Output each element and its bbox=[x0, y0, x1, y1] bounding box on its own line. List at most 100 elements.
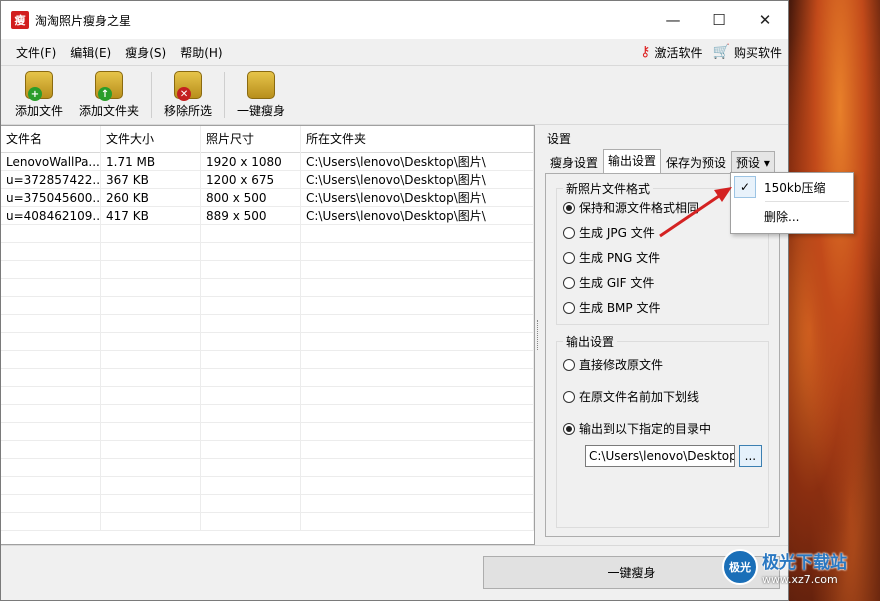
tab-save-preset[interactable]: 保存为预设 bbox=[661, 151, 731, 173]
buy-link[interactable]: 🛒 购买软件 bbox=[713, 44, 782, 61]
column-header[interactable]: 所在文件夹 bbox=[301, 126, 534, 153]
table-header: 文件名 文件大小 照片尺寸 所在文件夹 bbox=[1, 126, 534, 153]
empty-table-row bbox=[1, 243, 534, 261]
menu-slim[interactable]: 瘦身(S) bbox=[118, 44, 173, 61]
preset-dropdown-menu: ✓ 150kb压缩 删除... bbox=[730, 172, 854, 234]
radio[interactable] bbox=[563, 390, 575, 403]
file-size: 1.71 MB bbox=[101, 153, 201, 170]
empty-table-row bbox=[1, 297, 534, 315]
file-name: LenovoWallPa... bbox=[1, 153, 101, 170]
radio-checked[interactable] bbox=[563, 201, 575, 214]
format-option-gif[interactable]: 生成 GIF 文件 bbox=[563, 270, 762, 295]
preset-delete-item[interactable]: 删除... bbox=[731, 202, 853, 230]
title-bar: 瘦 淘淘照片瘦身之星 — ☐ ✕ bbox=[1, 1, 788, 39]
remove-selected-label: 移除所选 bbox=[164, 104, 213, 118]
tab-slim-settings[interactable]: 瘦身设置 bbox=[545, 151, 603, 173]
empty-table-row bbox=[1, 405, 534, 423]
empty-table-row bbox=[1, 351, 534, 369]
watermark-title: 极光下载站 bbox=[762, 553, 847, 573]
file-name: u=372857422... bbox=[1, 171, 101, 188]
empty-table-row bbox=[1, 369, 534, 387]
app-icon: 瘦 bbox=[11, 11, 29, 29]
menu-help[interactable]: 帮助(H) bbox=[173, 44, 229, 61]
preset-item-150kb[interactable]: ✓ 150kb压缩 bbox=[731, 173, 853, 201]
preset-item-label: 150kb压缩 bbox=[764, 180, 826, 195]
photo-size: 889 x 500 bbox=[201, 207, 301, 224]
file-name: u=375045600... bbox=[1, 189, 101, 206]
output-path-row: C:\Users\lenovo\Desktop\o ... bbox=[585, 445, 762, 467]
format-option-label: 生成 PNG 文件 bbox=[579, 251, 661, 265]
file-size: 417 KB bbox=[101, 207, 201, 224]
file-name: u=408462109... bbox=[1, 207, 101, 224]
output-option-directory[interactable]: 输出到以下指定的目录中 bbox=[563, 416, 762, 441]
empty-table-row bbox=[1, 477, 534, 495]
radio[interactable] bbox=[563, 276, 575, 289]
radio[interactable] bbox=[563, 358, 575, 371]
tab-output-settings[interactable]: 输出设置 bbox=[603, 149, 662, 173]
tab-preset-dropdown[interactable]: 预设 ▾ bbox=[731, 151, 775, 173]
toolbar-separator bbox=[151, 72, 153, 118]
empty-table-row bbox=[1, 423, 534, 441]
column-header[interactable]: 文件大小 bbox=[101, 126, 201, 153]
remove-selected-button[interactable]: ✕ 移除所选 bbox=[156, 66, 220, 124]
empty-table-row bbox=[1, 513, 534, 531]
table-row[interactable]: LenovoWallPa... 1.71 MB 1920 x 1080 C:\U… bbox=[1, 153, 534, 171]
close-button[interactable]: ✕ bbox=[742, 1, 788, 39]
watermark-logo-icon: 极光 bbox=[722, 549, 758, 585]
window-title: 淘淘照片瘦身之星 bbox=[35, 13, 132, 28]
minimize-button[interactable]: — bbox=[650, 1, 696, 39]
radio-checked[interactable] bbox=[563, 422, 575, 435]
output-group: 输出设置 直接修改原文件 在原文件名前加下划线 输出到以下指定的目录中 C:\U… bbox=[556, 333, 769, 528]
add-folder-button[interactable]: ↑ 添加文件夹 bbox=[71, 66, 147, 124]
empty-table-row bbox=[1, 261, 534, 279]
table-row[interactable]: u=375045600... 260 KB 800 x 500 C:\Users… bbox=[1, 189, 534, 207]
activate-link[interactable]: ⚷ 激活软件 bbox=[640, 44, 702, 61]
format-option-label: 生成 JPG 文件 bbox=[579, 226, 655, 240]
output-option-underscore[interactable]: 在原文件名前加下划线 bbox=[563, 384, 762, 409]
empty-table-row bbox=[1, 441, 534, 459]
column-header[interactable]: 照片尺寸 bbox=[201, 126, 301, 153]
add-file-label: 添加文件 bbox=[15, 104, 64, 118]
table-row[interactable]: u=372857422... 367 KB 1200 x 675 C:\User… bbox=[1, 171, 534, 189]
format-option-png[interactable]: 生成 PNG 文件 bbox=[563, 245, 762, 270]
folder-path: C:\Users\lenovo\Desktop\图片\ bbox=[301, 189, 534, 206]
menu-edit[interactable]: 编辑(E) bbox=[63, 44, 118, 61]
settings-tabs: 瘦身设置 输出设置 保存为预设 预设 ▾ bbox=[545, 149, 780, 173]
browse-button[interactable]: ... bbox=[738, 445, 762, 467]
remove-file-icon: ✕ bbox=[174, 71, 203, 101]
checkmark-icon: ✓ bbox=[734, 176, 756, 198]
radio[interactable] bbox=[563, 226, 575, 239]
radio[interactable] bbox=[563, 301, 575, 314]
output-option-overwrite[interactable]: 直接修改原文件 bbox=[563, 352, 762, 377]
photo-size: 1920 x 1080 bbox=[201, 153, 301, 170]
buy-label: 购买软件 bbox=[733, 45, 782, 60]
app-window: 瘦 淘淘照片瘦身之星 — ☐ ✕ 文件(F) 编辑(E) 瘦身(S) 帮助(H)… bbox=[0, 0, 789, 601]
add-folder-icon: ↑ bbox=[95, 71, 124, 101]
empty-table-row bbox=[1, 333, 534, 351]
add-file-icon: + bbox=[25, 71, 53, 101]
output-option-label: 在原文件名前加下划线 bbox=[579, 390, 700, 404]
folder-path: C:\Users\lenovo\Desktop\图片\ bbox=[301, 207, 534, 224]
file-size: 260 KB bbox=[101, 189, 201, 206]
photo-size: 800 x 500 bbox=[201, 189, 301, 206]
maximize-button[interactable]: ☐ bbox=[696, 1, 742, 39]
empty-table-row bbox=[1, 459, 534, 477]
cart-icon: 🛒 bbox=[712, 44, 730, 60]
menu-file[interactable]: 文件(F) bbox=[9, 44, 63, 61]
main-area: 文件名 文件大小 照片尺寸 所在文件夹 LenovoWallPa... 1.71… bbox=[1, 125, 788, 545]
photo-size: 1200 x 675 bbox=[201, 171, 301, 188]
radio[interactable] bbox=[563, 251, 575, 264]
output-path-input[interactable]: C:\Users\lenovo\Desktop\o bbox=[585, 445, 735, 467]
file-size: 367 KB bbox=[101, 171, 201, 188]
toolbar: + 添加文件 ↑ 添加文件夹 ✕ 移除所选 一键瘦身 bbox=[1, 65, 788, 125]
activate-label: 激活软件 bbox=[654, 45, 703, 60]
empty-table-row bbox=[1, 387, 534, 405]
empty-table-row bbox=[1, 315, 534, 333]
table-row[interactable]: u=408462109... 417 KB 889 x 500 C:\Users… bbox=[1, 207, 534, 225]
add-file-button[interactable]: + 添加文件 bbox=[7, 66, 71, 124]
file-list-table[interactable]: 文件名 文件大小 照片尺寸 所在文件夹 LenovoWallPa... 1.71… bbox=[1, 125, 535, 545]
one-click-slim-toolbar-button[interactable]: 一键瘦身 bbox=[229, 66, 293, 124]
format-option-bmp[interactable]: 生成 BMP 文件 bbox=[563, 295, 762, 320]
column-header[interactable]: 文件名 bbox=[1, 126, 101, 153]
format-option-label: 生成 BMP 文件 bbox=[579, 301, 661, 315]
